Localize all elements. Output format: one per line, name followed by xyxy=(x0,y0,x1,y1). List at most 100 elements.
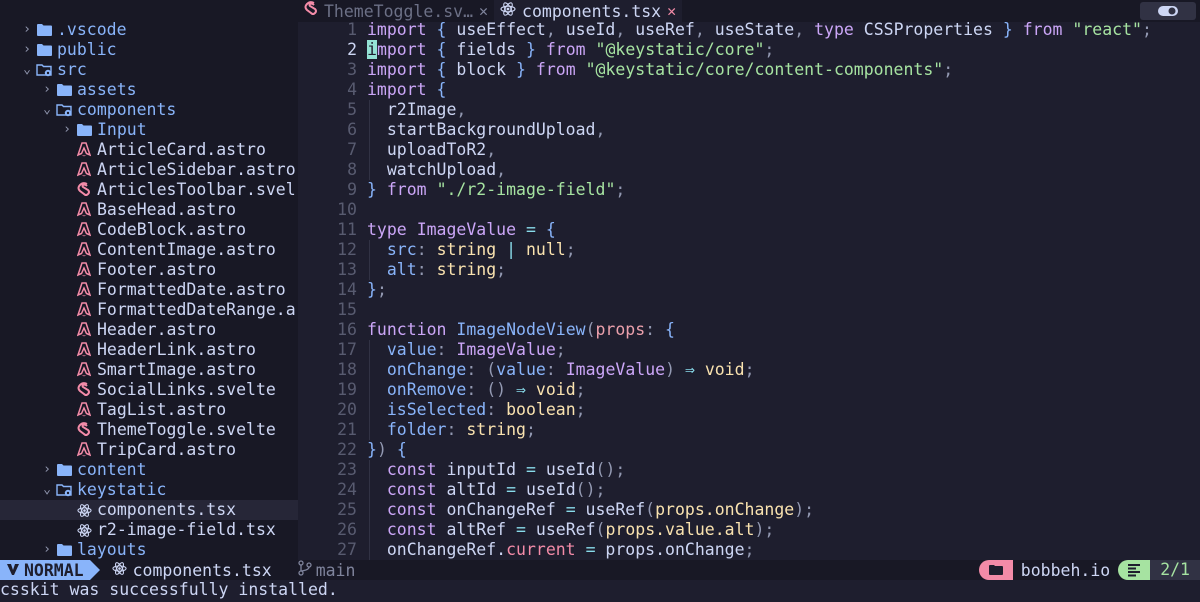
code-token: } xyxy=(367,440,377,459)
tree-file[interactable]: ArticlesToolbar.svel xyxy=(0,180,298,200)
code-line[interactable]: 11 type ImageValue = { xyxy=(298,220,1200,240)
code-line[interactable]: 6 startBackgroundUpload, xyxy=(298,120,1200,140)
tree-file[interactable]: r2-image-field.tsx xyxy=(0,520,298,540)
tree-file[interactable]: FormattedDateRange.a xyxy=(0,300,298,320)
close-icon[interactable]: ✕ xyxy=(667,2,676,20)
tab-themetoggle[interactable]: ThemeToggle.sv… ✕ xyxy=(298,0,494,22)
code-line[interactable]: 21 folder: string; xyxy=(298,420,1200,440)
tree-file[interactable]: Header.astro xyxy=(0,320,298,340)
tree-file[interactable]: CodeBlock.astro xyxy=(0,220,298,240)
code-text: import { useEffect, useId, useRef, useSt… xyxy=(367,20,1200,40)
folder-icon xyxy=(34,23,54,37)
code-line[interactable]: 12 src: string | null; xyxy=(298,240,1200,260)
code-line[interactable]: 1 import { useEffect, useId, useRef, useS… xyxy=(298,20,1200,40)
tree-file[interactable]: ContentImage.astro xyxy=(0,240,298,260)
tree-folder[interactable]: ⌄ keystatic xyxy=(0,480,298,500)
code-token: ) xyxy=(754,520,765,539)
tree-item-label: r2-image-field.tsx xyxy=(97,520,276,539)
code-text: folder: string; xyxy=(367,420,1200,440)
close-icon[interactable]: ✕ xyxy=(479,2,488,20)
code-token: () xyxy=(575,480,596,499)
code-token: r2Image xyxy=(367,100,457,119)
tree-folder[interactable]: › assets xyxy=(0,80,298,100)
svelte-icon xyxy=(74,382,94,398)
toggle-icon[interactable] xyxy=(1140,2,1196,20)
code-token: ) xyxy=(794,500,805,519)
code-line[interactable]: 17 value: ImageValue; xyxy=(298,340,1200,360)
code-line[interactable]: 2 import { fields } from "@keystatic/core… xyxy=(298,40,1200,60)
code-token: ( xyxy=(645,500,656,519)
tree-folder[interactable]: › layouts xyxy=(0,540,298,560)
code-line[interactable]: 20 isSelected: boolean; xyxy=(298,400,1200,420)
code-line[interactable]: 16 function ImageNodeView(props: { xyxy=(298,320,1200,340)
tree-file[interactable]: ThemeToggle.svelte xyxy=(0,420,298,440)
code-token: ; xyxy=(744,360,755,379)
indent-guide xyxy=(369,380,370,400)
code-line[interactable]: 15 xyxy=(298,300,1200,320)
tree-file[interactable]: HeaderLink.astro xyxy=(0,340,298,360)
tree-file[interactable]: ArticleCard.astro xyxy=(0,140,298,160)
code-line[interactable]: 19 onRemove: () ⇒ void; xyxy=(298,380,1200,400)
chevron-down-icon: ⌄ xyxy=(43,102,51,117)
svelte-icon xyxy=(304,1,318,21)
line-number: 2 xyxy=(347,40,357,59)
code-line[interactable]: 25 const onChangeRef = useRef(props.onCh… xyxy=(298,500,1200,520)
tree-file[interactable]: TripCard.astro xyxy=(0,440,298,460)
code-line[interactable]: 18 onChange: (value: ImageValue) ⇒ void; xyxy=(298,360,1200,380)
tab-components[interactable]: components.tsx ✕ xyxy=(494,0,683,22)
tree-item-label: assets xyxy=(77,80,137,99)
folder-icon xyxy=(34,43,54,57)
react-icon xyxy=(500,1,516,21)
tree-file[interactable]: SocialLinks.svelte xyxy=(0,380,298,400)
react-icon xyxy=(112,561,127,580)
tree-folder[interactable]: › Input xyxy=(0,120,298,140)
code-line[interactable]: 14}; xyxy=(298,280,1200,300)
code-line[interactable]: 27 onChangeRef.current = props.onChange; xyxy=(298,540,1200,560)
tree-file[interactable]: TagList.astro xyxy=(0,400,298,420)
code-line[interactable]: 9} from "./r2-image-field"; xyxy=(298,180,1200,200)
code-line[interactable]: 13 alt: string; xyxy=(298,260,1200,280)
tree-file[interactable]: ArticleSidebar.astro xyxy=(0,160,298,180)
astro-icon xyxy=(74,322,94,338)
tree-file[interactable]: SmartImage.astro xyxy=(0,360,298,380)
code-line[interactable]: 4 import { xyxy=(298,80,1200,100)
code-line[interactable]: 10 xyxy=(298,200,1200,220)
command-line[interactable]: csskit was successfully installed. xyxy=(0,580,1200,602)
indent-guide xyxy=(369,260,370,280)
code-line[interactable]: 7 uploadToR2, xyxy=(298,140,1200,160)
code-token: null xyxy=(525,240,566,259)
code-token: : xyxy=(545,360,556,379)
code-token: { xyxy=(436,60,447,79)
code-token: , xyxy=(496,160,507,179)
tree-file[interactable]: FormattedDate.astro xyxy=(0,280,298,300)
code-line[interactable]: 24 const altId = useId(); xyxy=(298,480,1200,500)
astro-icon xyxy=(74,162,94,178)
tree-item-label: Input xyxy=(97,120,147,139)
code-line[interactable]: 22}) { xyxy=(298,440,1200,460)
tree-folder[interactable]: ⌄ components xyxy=(0,100,298,120)
code-line[interactable]: 8 watchUpload, xyxy=(298,160,1200,180)
tree-folder[interactable]: ⌄ src xyxy=(0,60,298,80)
tree-folder[interactable]: › public xyxy=(0,40,298,60)
mode-separator xyxy=(89,560,100,580)
code-token: onRemove xyxy=(386,380,467,399)
code-line[interactable]: 23 const inputId = useId(); xyxy=(298,460,1200,480)
code-line[interactable]: 5 r2Image, xyxy=(298,100,1200,120)
tree-folder[interactable]: › .vscode xyxy=(0,20,298,40)
code-editor[interactable]: 1 import { useEffect, useId, useRef, useS… xyxy=(298,20,1200,560)
code-token: useRef xyxy=(525,520,596,539)
tree-file[interactable]: BaseHead.astro xyxy=(0,200,298,220)
tree-file[interactable]: Footer.astro xyxy=(0,260,298,280)
code-line[interactable]: 26 const altRef = useRef(props.value.alt… xyxy=(298,520,1200,540)
code-token: ) xyxy=(376,440,387,459)
tree-folder[interactable]: › content xyxy=(0,460,298,480)
code-line[interactable]: 3 import { block } from "@keystatic/core/… xyxy=(298,60,1200,80)
tree-file[interactable]: components.tsx xyxy=(0,500,298,520)
code-token: uploadToR2 xyxy=(367,140,487,159)
